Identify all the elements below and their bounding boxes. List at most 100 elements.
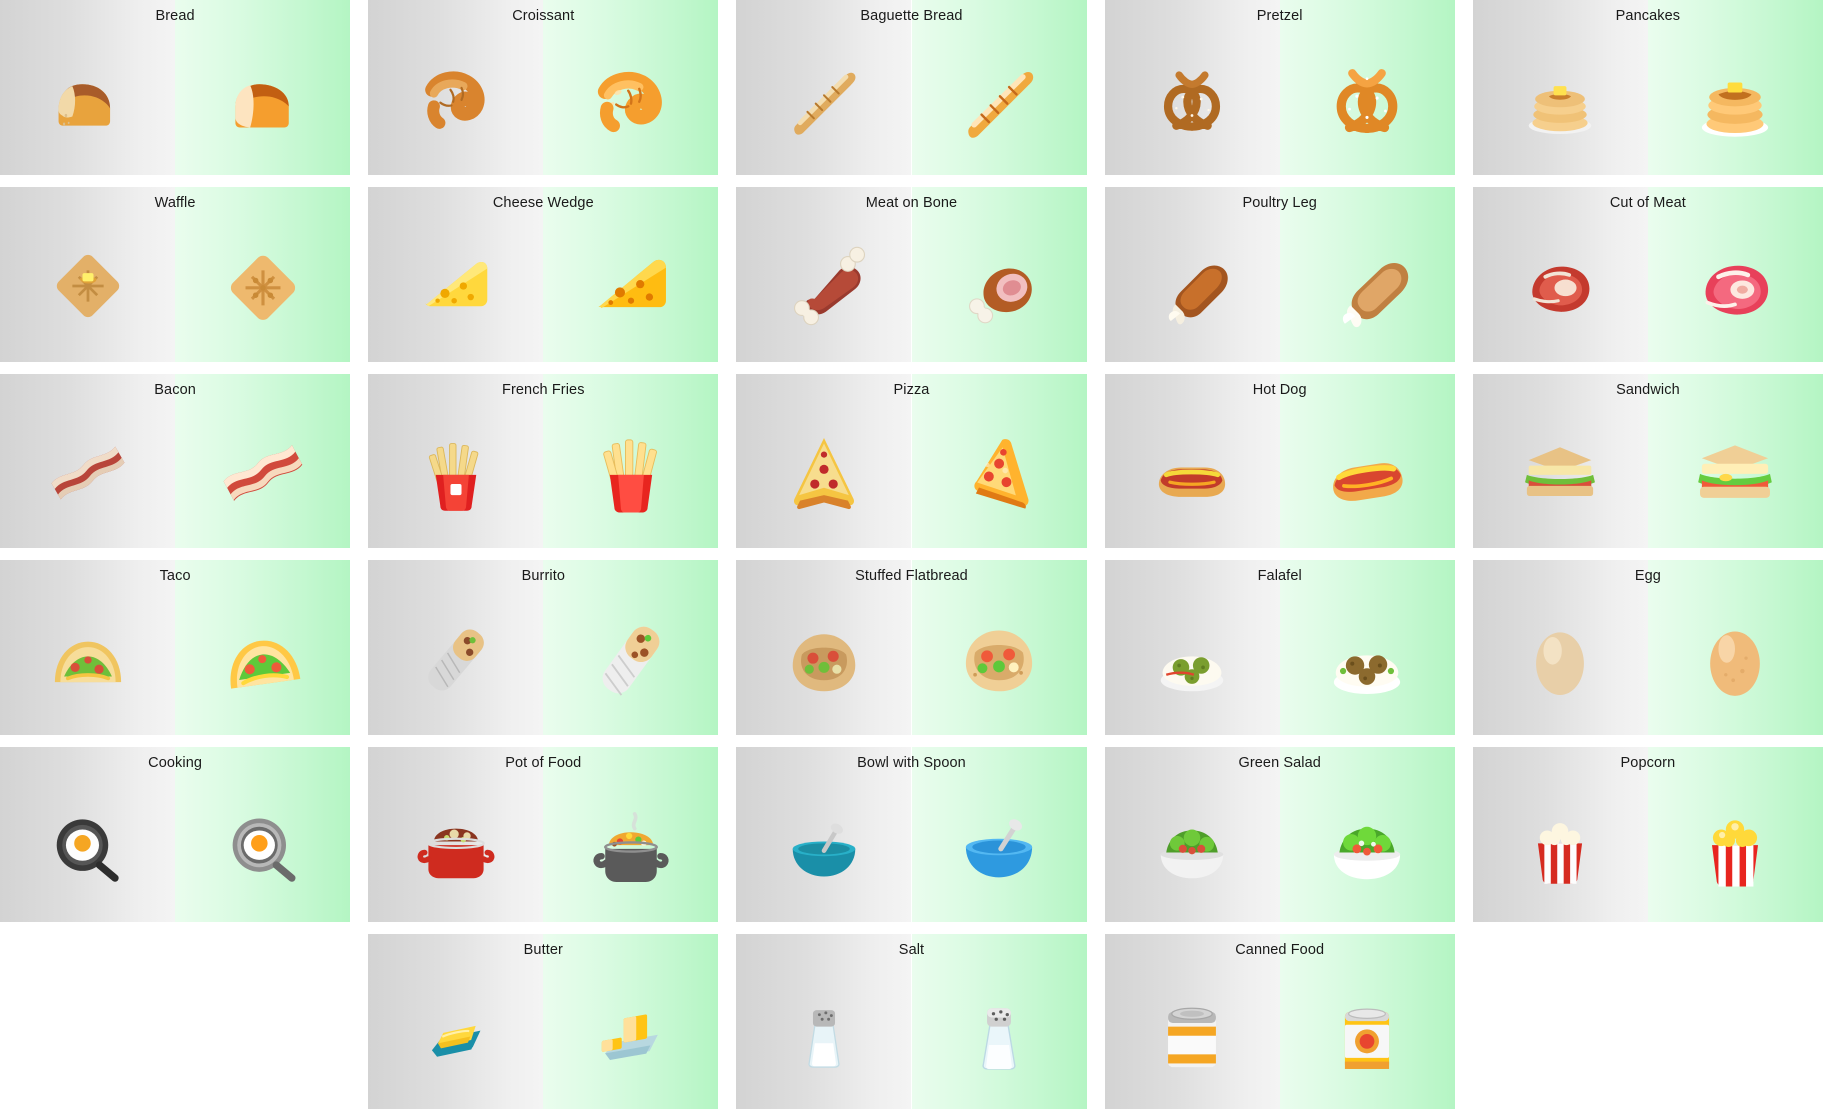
new-emoji-hot-dog[interactable]: [1280, 398, 1455, 549]
emoji-compare-cell-bowl-with-spoon[interactable]: Bowl with Spoon: [736, 747, 1087, 923]
emoji-name-label: Bread: [155, 8, 195, 24]
emoji-glyph-pair: [736, 398, 1086, 549]
old-emoji-baguette-bread[interactable]: [736, 24, 911, 175]
new-emoji-burrito[interactable]: [543, 584, 718, 735]
new-emoji-bacon[interactable]: [175, 398, 350, 549]
emoji-compare-cell-waffle[interactable]: Waffle: [0, 186, 351, 362]
emoji-compare-cell-croissant[interactable]: Croissant: [368, 0, 719, 175]
emoji-compare-cell-pancakes[interactable]: Pancakes: [1472, 0, 1823, 175]
old-emoji-poultry-leg[interactable]: [1105, 211, 1280, 362]
old-emoji-bowl-with-spoon[interactable]: [736, 771, 911, 922]
old-emoji-pizza[interactable]: [736, 398, 911, 549]
old-popcorn-icon: [1538, 822, 1583, 884]
emoji-compare-cell-pretzel[interactable]: Pretzel: [1104, 0, 1455, 175]
emoji-glyph-pair: [736, 211, 1086, 362]
old-emoji-hot-dog[interactable]: [1105, 398, 1280, 549]
emoji-compare-cell-sandwich[interactable]: Sandwich: [1472, 373, 1823, 549]
new-emoji-cut-of-meat[interactable]: [1648, 211, 1823, 362]
new-emoji-bowl-with-spoon[interactable]: [912, 771, 1087, 922]
old-emoji-burrito[interactable]: [368, 584, 543, 735]
new-emoji-taco[interactable]: [175, 584, 350, 735]
old-emoji-cut-of-meat[interactable]: [1473, 211, 1648, 362]
new-emoji-poultry-leg[interactable]: [1280, 211, 1455, 362]
new-emoji-popcorn[interactable]: [1648, 771, 1823, 922]
emoji-compare-cell-pizza[interactable]: Pizza: [736, 373, 1087, 549]
emoji-compare-cell-french-fries[interactable]: French Fries: [368, 373, 719, 549]
emoji-compare-cell-hot-dog[interactable]: Hot Dog: [1104, 373, 1455, 549]
emoji-compare-cell-poultry-leg[interactable]: Poultry Leg: [1104, 186, 1455, 362]
new-emoji-cooking[interactable]: [175, 771, 350, 922]
new-emoji-falafel[interactable]: [1280, 584, 1455, 735]
old-emoji-pot-of-food[interactable]: [368, 771, 543, 922]
old-emoji-falafel[interactable]: [1105, 584, 1280, 735]
new-emoji-cheese-wedge[interactable]: [543, 211, 718, 362]
old-emoji-egg[interactable]: [1473, 584, 1648, 735]
old-emoji-stuffed-flatbread[interactable]: [736, 584, 911, 735]
emoji-compare-cell-stuffed-flatbread[interactable]: Stuffed Flatbread: [736, 560, 1087, 736]
old-emoji-cooking[interactable]: [0, 771, 175, 922]
emoji-compare-cell-butter[interactable]: Butter: [368, 934, 719, 1109]
old-waffle-icon: [56, 255, 119, 318]
new-emoji-bread[interactable]: [175, 24, 350, 175]
emoji-compare-cell-cooking[interactable]: Cooking: [0, 747, 351, 923]
emoji-glyph-pair: [736, 771, 1086, 922]
new-emoji-sandwich[interactable]: [1648, 398, 1823, 549]
new-emoji-french-fries[interactable]: [543, 398, 718, 549]
old-emoji-pancakes[interactable]: [1473, 24, 1648, 175]
emoji-compare-cell-burrito[interactable]: Burrito: [368, 560, 719, 736]
new-emoji-croissant[interactable]: [543, 24, 718, 175]
emoji-compare-cell-falafel[interactable]: Falafel: [1104, 560, 1455, 736]
emoji-compare-cell-meat-on-bone[interactable]: Meat on Bone: [736, 186, 1087, 362]
emoji-compare-cell-salt[interactable]: Salt: [736, 934, 1087, 1109]
new-emoji-stuffed-flatbread[interactable]: [912, 584, 1087, 735]
new-emoji-canned-food[interactable]: [1280, 958, 1455, 1109]
old-croissant-icon: [424, 71, 485, 130]
old-sandwich-icon: [1525, 447, 1596, 497]
emoji-name-label: Cooking: [148, 755, 203, 772]
old-emoji-butter[interactable]: [368, 958, 543, 1109]
emoji-compare-cell-bacon[interactable]: Bacon: [0, 373, 351, 549]
emoji-compare-cell-egg[interactable]: Egg: [1472, 560, 1823, 736]
new-cut-of-meat-icon: [1705, 265, 1769, 315]
emoji-compare-cell-green-salad[interactable]: Green Salad: [1104, 747, 1455, 923]
old-emoji-cheese-wedge[interactable]: [368, 211, 543, 362]
emoji-compare-cell-baguette-bread[interactable]: Baguette Bread: [736, 0, 1087, 175]
emoji-compare-cell-pot-of-food[interactable]: Pot of Food: [368, 747, 719, 923]
old-emoji-bacon[interactable]: [0, 398, 175, 549]
new-emoji-meat-on-bone[interactable]: [912, 211, 1087, 362]
old-emoji-pretzel[interactable]: [1105, 24, 1280, 175]
old-emoji-french-fries[interactable]: [368, 398, 543, 549]
old-emoji-popcorn[interactable]: [1473, 771, 1648, 922]
emoji-glyph-pair: [1473, 771, 1823, 922]
emoji-compare-cell-cheese-wedge[interactable]: Cheese Wedge: [368, 186, 719, 362]
new-emoji-green-salad[interactable]: [1280, 771, 1455, 922]
emoji-name-label: Stuffed Flatbread: [855, 568, 968, 585]
new-emoji-salt[interactable]: [912, 958, 1087, 1109]
emoji-name-label: Bacon: [154, 381, 196, 398]
new-emoji-pizza[interactable]: [912, 398, 1087, 549]
new-emoji-baguette-bread[interactable]: [912, 24, 1087, 175]
new-emoji-waffle[interactable]: [175, 211, 350, 362]
new-emoji-pretzel[interactable]: [1280, 24, 1455, 175]
old-emoji-salt[interactable]: [736, 958, 911, 1109]
emoji-compare-cell-popcorn[interactable]: Popcorn: [1472, 747, 1823, 923]
old-emoji-waffle[interactable]: [0, 211, 175, 362]
emoji-compare-cell-cut-of-meat[interactable]: Cut of Meat: [1472, 186, 1823, 362]
new-emoji-butter[interactable]: [543, 958, 718, 1109]
old-emoji-green-salad[interactable]: [1105, 771, 1280, 922]
old-emoji-meat-on-bone[interactable]: [736, 211, 911, 362]
emoji-compare-cell-bread[interactable]: Bread: [0, 0, 351, 175]
new-emoji-pot-of-food[interactable]: [543, 771, 718, 922]
emoji-name-label: Hot Dog: [1252, 381, 1307, 398]
old-green-salad-icon: [1160, 829, 1224, 879]
old-emoji-bread[interactable]: [0, 24, 175, 175]
emoji-compare-cell-canned-food[interactable]: Canned Food: [1104, 934, 1455, 1109]
emoji-compare-cell-taco[interactable]: Taco: [0, 560, 351, 736]
new-emoji-egg[interactable]: [1648, 584, 1823, 735]
emoji-glyph-pair: [736, 958, 1086, 1109]
old-emoji-croissant[interactable]: [368, 24, 543, 175]
new-emoji-pancakes[interactable]: [1648, 24, 1823, 175]
old-emoji-sandwich[interactable]: [1473, 398, 1648, 549]
old-emoji-canned-food[interactable]: [1105, 958, 1280, 1109]
old-emoji-taco[interactable]: [0, 584, 175, 735]
